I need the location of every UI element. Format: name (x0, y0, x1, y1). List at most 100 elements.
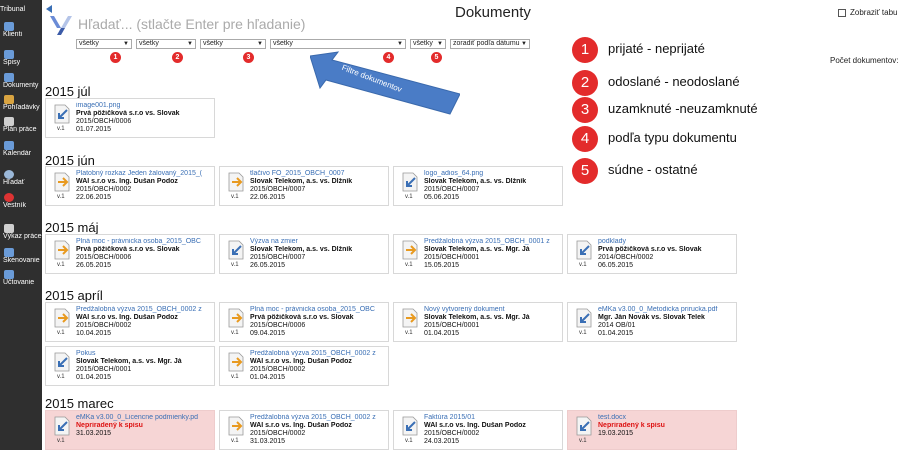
sidebar-item-label: Klienti (3, 31, 23, 38)
search-input[interactable] (78, 13, 414, 35)
document-name[interactable]: Platobný rozkaz Jeden žalovaný_2015_( (76, 170, 212, 177)
document-version: v.1 (57, 438, 65, 444)
document-name[interactable]: Plná moc - právnicka osoba_2015_OBC (76, 238, 212, 245)
legend-text: prijaté - neprijaté (608, 41, 705, 56)
document-card[interactable]: v.1 logo_adios_64.png Slovak Telekom, a.s.… (393, 166, 563, 206)
filter-locked[interactable]: všetky ▼ (200, 39, 266, 49)
document-name[interactable]: Predžalobná výzva 2015_OBCH_0002 z (250, 350, 386, 357)
document-card[interactable]: v.1 Faktúra 2015/01 WAI s.r.o vs. Ing. Duš… (393, 410, 563, 450)
filter-marker-3: 3 (243, 52, 254, 63)
document-card[interactable]: v.1 Pokus Slovak Telekom, a.s. vs. Mgr. Já… (45, 346, 215, 386)
document-case: Slovak Telekom, a.s. vs. Dlžník (250, 246, 353, 253)
document-name[interactable]: Predžalobná výzva 2015_OBCH_0001 z (424, 238, 560, 245)
outgoing-document-icon (228, 308, 244, 328)
document-name[interactable]: Nový vytvorený dokument (424, 306, 560, 313)
show-table-button[interactable]: Zobraziť tabu (838, 8, 897, 17)
document-case: Prvá pôžičková s.r.o vs. Slovak (76, 110, 180, 117)
month-heading: 2015 apríl (45, 288, 103, 303)
document-card[interactable]: v.1 Plná moc - právnicka osoba_2015_OBC Pr… (219, 302, 389, 342)
sidebar-item-label: Spisy (3, 59, 21, 66)
filter-marker-2: 2 (172, 52, 183, 63)
logo-icon (50, 16, 72, 35)
filter-received[interactable]: všetky ▼ (76, 39, 132, 49)
document-card[interactable]: v.1 Predžalobná výzva 2015_OBCH_0002 z WAI… (219, 410, 389, 450)
document-name[interactable]: Pokus (76, 350, 212, 357)
document-name[interactable]: Plná moc - právnicka osoba_2015_OBC (250, 306, 386, 313)
document-version: v.1 (57, 126, 65, 132)
incoming-document-icon (54, 352, 70, 372)
sidebar-item-spisy[interactable]: Spisy (0, 50, 42, 66)
incoming-document-icon (576, 308, 592, 328)
document-card[interactable]: v.1 test.docx Nepriradený k spisu 19.03.201… (567, 410, 737, 450)
filter-doc-type[interactable]: všetky ▼ (270, 39, 406, 49)
document-card[interactable]: v.1 tlačivo FO_2015_OBCH_0007 Slovak Telek… (219, 166, 389, 206)
chevron-down-icon: ▼ (397, 41, 403, 47)
sidebar-item-plan[interactable]: Plán práce (0, 117, 42, 133)
document-version: v.1 (57, 262, 65, 268)
document-date: 01.04.2015 (598, 330, 634, 337)
chevron-down-icon: ▼ (187, 41, 193, 47)
chevron-down-icon: ▼ (123, 41, 129, 47)
document-name[interactable]: tlačivo FO_2015_OBCH_0007 (250, 170, 386, 177)
document-name[interactable]: Predžalobná výzva 2015_OBCH_0002 z (250, 414, 386, 421)
document-case: WAI s.r.o vs. Ing. Dušan Podoz (76, 314, 178, 321)
document-case: Slovak Telekom, a.s. vs. Dlžník (250, 178, 353, 185)
document-card[interactable]: v.1 eMKa v3.00_0_Metodicka prirucka.pdf Mg… (567, 302, 737, 342)
document-card[interactable]: v.1 Predžalobná výzva 2015_OBCH_0002 z WAI… (45, 302, 215, 342)
document-name[interactable]: image001.png (76, 102, 212, 109)
filter-court[interactable]: všetky ▼ (410, 39, 446, 49)
document-card[interactable]: v.1 Plná moc - právnicka osoba_2015_OBC Pr… (45, 234, 215, 274)
document-card[interactable]: v.1 Výzva na zmier Slovak Telekom, a.s. vs… (219, 234, 389, 274)
sidebar-item-documents[interactable]: Dokumenty (0, 73, 42, 89)
document-card[interactable]: v.1 image001.png Prvá pôžičková s.r.o vs. … (45, 98, 215, 138)
month-heading: 2015 marec (45, 396, 114, 411)
document-name[interactable]: eMKa v3.00_0_Licencne podmienky.pd (76, 414, 212, 421)
document-case: Prvá pôžičková s.r.o vs. Slovak (598, 246, 702, 253)
sidebar-item-calendar[interactable]: Kalendár (0, 141, 42, 157)
search-icon (4, 170, 14, 179)
sidebar-item-clients[interactable]: Klienti (0, 22, 42, 38)
document-card[interactable]: v.1 Predžalobná výzva 2015_OBCH_0001 z Slo… (393, 234, 563, 274)
bulletin-icon (4, 193, 14, 202)
filter-value: všetky (79, 40, 99, 47)
outgoing-document-icon (402, 240, 418, 260)
document-date: 01.04.2015 (76, 374, 112, 381)
sidebar-item-accounting[interactable]: Účtovanie (0, 270, 42, 286)
sidebar-item-timesheet[interactable]: Výkaz práce (0, 224, 42, 240)
document-name[interactable]: podklady (598, 238, 734, 245)
document-date: 10.04.2015 (76, 330, 112, 337)
document-name[interactable]: logo_adios_64.png (424, 170, 560, 177)
sidebar-item-bulletin[interactable]: Vestník (0, 193, 42, 209)
document-card[interactable]: v.1 Predžalobná výzva 2015_OBCH_0002 z WAI… (219, 346, 389, 386)
document-card[interactable]: v.1 eMKa v3.00_0_Licencne podmienky.pd Nep… (45, 410, 215, 450)
sidebar-item-receivables[interactable]: Pohľadávky (0, 95, 42, 111)
document-name[interactable]: eMKa v3.00_0_Metodicka prirucka.pdf (598, 306, 734, 313)
sidebar-item-label: Dokumenty (3, 82, 39, 89)
filter-marker-1: 1 (110, 52, 121, 63)
document-name[interactable]: test.docx (598, 414, 734, 421)
document-case-ref: 2015/OBCH/0002 (76, 322, 132, 329)
sort-select[interactable]: zoradiť podľa dátumu ▼ (450, 39, 530, 49)
document-case-ref: 2015/OBCH/0002 (250, 366, 306, 373)
collapse-sidebar-icon[interactable] (46, 5, 52, 13)
timesheet-icon (4, 224, 14, 233)
document-case-ref: 2015/OBCH/0007 (250, 186, 306, 193)
show-table-label: Zobraziť tabu (850, 8, 898, 17)
document-name[interactable]: Výzva na zmier (250, 238, 386, 245)
folder-icon (4, 50, 14, 59)
sidebar-item-search[interactable]: Hľadať (0, 170, 42, 186)
document-card[interactable]: v.1 podklady Prvá pôžičková s.r.o vs. Slov… (567, 234, 737, 274)
document-case-ref: 2015/OBCH/0002 (250, 430, 306, 437)
sidebar-item-scan[interactable]: Skenovanie (0, 248, 42, 264)
document-name[interactable]: Faktúra 2015/01 (424, 414, 560, 421)
filter-sent[interactable]: všetky ▼ (136, 39, 196, 49)
legend-text: súdne - ostatné (608, 162, 698, 177)
outgoing-document-icon (402, 308, 418, 328)
document-card[interactable]: v.1 Platobný rozkaz Jeden žalovaný_2015_(… (45, 166, 215, 206)
document-date: 31.03.2015 (250, 438, 286, 445)
document-case-ref: 2014 OB/01 (598, 322, 636, 329)
document-version: v.1 (231, 374, 239, 380)
document-date: 24.03.2015 (424, 438, 460, 445)
document-name[interactable]: Predžalobná výzva 2015_OBCH_0002 z (76, 306, 212, 313)
document-card[interactable]: v.1 Nový vytvorený dokument Slovak Telekom… (393, 302, 563, 342)
